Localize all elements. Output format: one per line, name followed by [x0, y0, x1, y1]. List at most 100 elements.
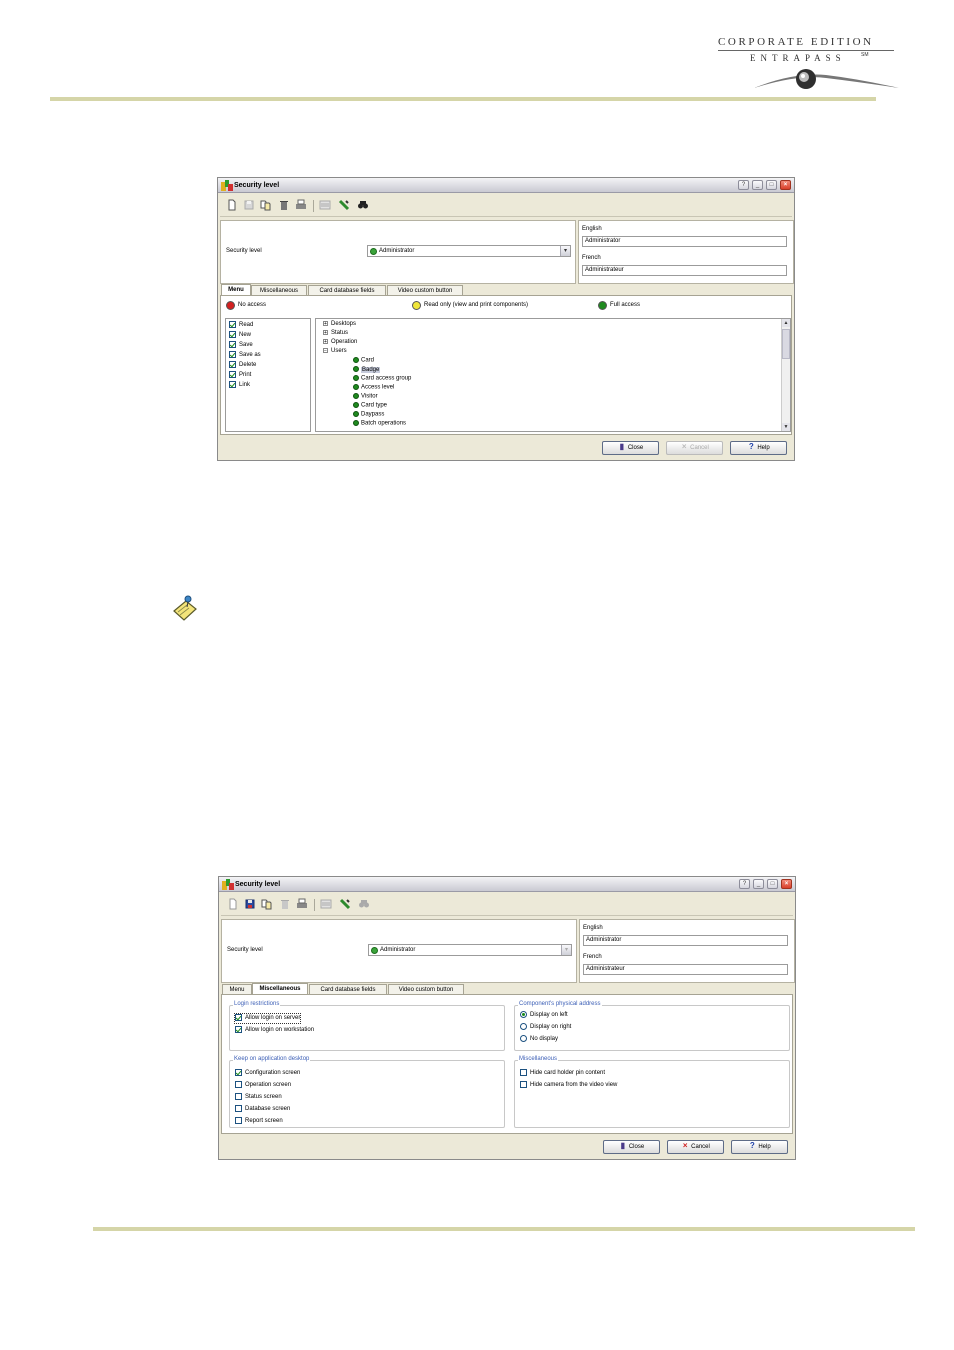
- configuration-screen-checkbox[interactable]: Configuration screen: [235, 1069, 300, 1078]
- close-icon[interactable]: ×: [781, 879, 792, 889]
- link-icon[interactable]: [338, 199, 350, 211]
- chevron-down-icon[interactable]: ▾: [560, 246, 570, 256]
- report-screen-checkbox[interactable]: Report screen: [235, 1117, 283, 1126]
- tree-node-card-type[interactable]: Card type: [353, 402, 387, 411]
- checkbox-icon[interactable]: [229, 331, 236, 338]
- new-icon[interactable]: [226, 199, 238, 211]
- save-icon[interactable]: [244, 898, 256, 910]
- maximize-icon[interactable]: □: [767, 879, 778, 889]
- status-screen-checkbox[interactable]: Status screen: [235, 1093, 282, 1102]
- security-level-combo[interactable]: Administrator ▾: [368, 944, 572, 956]
- tree-node-operation[interactable]: + Operation: [323, 339, 357, 348]
- french-field[interactable]: Administrateur: [583, 964, 788, 975]
- minimize-icon[interactable]: _: [752, 180, 763, 190]
- tree-scrollbar[interactable]: ▲ ▼: [781, 319, 790, 431]
- tree-node-card[interactable]: Card: [353, 357, 374, 366]
- expand-icon[interactable]: +: [323, 321, 328, 327]
- maximize-icon[interactable]: □: [766, 180, 777, 190]
- security-level-panel: Security level Administrator ▾: [220, 220, 576, 284]
- checkbox-icon[interactable]: [229, 371, 236, 378]
- french-field[interactable]: Administrateur: [582, 265, 787, 276]
- delete-icon[interactable]: [279, 898, 291, 910]
- checkbox-icon[interactable]: [235, 1081, 242, 1088]
- permission-print[interactable]: Print: [229, 371, 251, 380]
- expand-icon[interactable]: +: [323, 339, 328, 345]
- tree-node-batch-operations[interactable]: Batch operations: [353, 420, 406, 429]
- scroll-down-icon[interactable]: ▼: [782, 423, 790, 431]
- chevron-down-icon[interactable]: ▾: [561, 945, 571, 955]
- expand-icon[interactable]: +: [323, 330, 328, 336]
- help-button[interactable]: ? Help: [731, 1140, 788, 1154]
- allow-login-on-server-checkbox[interactable]: Allow login on server: [233, 1013, 302, 1024]
- radio-icon[interactable]: [520, 1011, 527, 1018]
- close-button[interactable]: ▮ Close: [602, 441, 659, 455]
- checkbox-icon[interactable]: [520, 1069, 527, 1076]
- cancel-button[interactable]: × Cancel: [666, 441, 723, 455]
- checkbox-icon[interactable]: [235, 1026, 242, 1033]
- tree-node-desktops[interactable]: + Desktops: [323, 321, 356, 330]
- radio-icon[interactable]: [520, 1035, 527, 1042]
- help-button[interactable]: ? Help: [730, 441, 787, 455]
- permission-new[interactable]: New: [229, 331, 251, 340]
- permission-delete[interactable]: Delete: [229, 361, 256, 370]
- search-icon[interactable]: [358, 898, 370, 910]
- link-icon[interactable]: [339, 898, 351, 910]
- full-access-dot-icon: [353, 366, 359, 372]
- radio-icon[interactable]: [520, 1023, 527, 1030]
- tree-node-visitor[interactable]: Visitor: [353, 393, 378, 402]
- tree-node-status[interactable]: + Status: [323, 330, 348, 339]
- search-icon[interactable]: [357, 199, 369, 211]
- security-level-combo[interactable]: Administrator ▾: [367, 245, 571, 257]
- scroll-up-icon[interactable]: ▲: [782, 319, 790, 327]
- checkbox-icon[interactable]: [229, 361, 236, 368]
- tree-node-card-access-group[interactable]: Card access group: [353, 375, 411, 384]
- tree-node-daypass[interactable]: Daypass: [353, 411, 384, 420]
- list-icon[interactable]: [320, 898, 332, 910]
- display-on-right-radio[interactable]: Display on right: [520, 1023, 571, 1032]
- checkbox-icon[interactable]: [235, 1093, 242, 1100]
- save-icon[interactable]: [243, 199, 255, 211]
- permission-save-as[interactable]: Save as: [229, 351, 261, 360]
- full-access-dot-icon: [353, 411, 359, 417]
- database-screen-checkbox[interactable]: Database screen: [235, 1105, 290, 1114]
- checkbox-icon[interactable]: [235, 1069, 242, 1076]
- checkbox-icon[interactable]: [229, 351, 236, 358]
- checkbox-icon[interactable]: [235, 1105, 242, 1112]
- close-icon[interactable]: ×: [780, 180, 791, 190]
- no-display-radio[interactable]: No display: [520, 1035, 558, 1044]
- permission-read[interactable]: Read: [229, 321, 253, 330]
- print-icon[interactable]: [295, 199, 307, 211]
- save-as-icon[interactable]: [260, 199, 272, 211]
- checkbox-icon[interactable]: [229, 341, 236, 348]
- new-icon[interactable]: [227, 898, 239, 910]
- keep-on-desktop-title: Keep on application desktop: [233, 1056, 311, 1062]
- permission-link[interactable]: Link: [229, 381, 250, 390]
- cancel-button[interactable]: × Cancel: [667, 1140, 724, 1154]
- english-field[interactable]: Administrator: [583, 935, 788, 946]
- checkbox-icon[interactable]: [229, 321, 236, 328]
- help-title-icon[interactable]: ?: [738, 180, 749, 190]
- checkbox-icon[interactable]: [235, 1014, 242, 1021]
- operation-screen-checkbox[interactable]: Operation screen: [235, 1081, 291, 1090]
- print-icon[interactable]: [296, 898, 308, 910]
- tree-node-badge[interactable]: Badge: [353, 366, 381, 375]
- english-field[interactable]: Administrator: [582, 236, 787, 247]
- close-button[interactable]: ▮ Close: [603, 1140, 660, 1154]
- checkbox-icon[interactable]: [520, 1081, 527, 1088]
- allow-login-on-workstation-checkbox[interactable]: Allow login on workstation: [235, 1026, 314, 1035]
- hide-pin-content-checkbox[interactable]: Hide card holder pin content: [520, 1069, 605, 1078]
- list-icon[interactable]: [319, 199, 331, 211]
- hide-camera-checkbox[interactable]: Hide camera from the video view: [520, 1081, 617, 1090]
- collapse-icon[interactable]: −: [323, 348, 328, 354]
- save-as-icon[interactable]: [261, 898, 273, 910]
- delete-icon[interactable]: [278, 199, 290, 211]
- help-title-icon[interactable]: ?: [739, 879, 750, 889]
- permission-save[interactable]: Save: [229, 341, 253, 350]
- checkbox-icon[interactable]: [235, 1117, 242, 1124]
- checkbox-icon[interactable]: [229, 381, 236, 388]
- tree-node-access-level[interactable]: Access level: [353, 384, 394, 393]
- scroll-thumb[interactable]: [782, 329, 790, 359]
- minimize-icon[interactable]: _: [753, 879, 764, 889]
- tree-node-users[interactable]: − Users: [323, 348, 347, 357]
- display-on-left-radio[interactable]: Display on left: [520, 1011, 568, 1020]
